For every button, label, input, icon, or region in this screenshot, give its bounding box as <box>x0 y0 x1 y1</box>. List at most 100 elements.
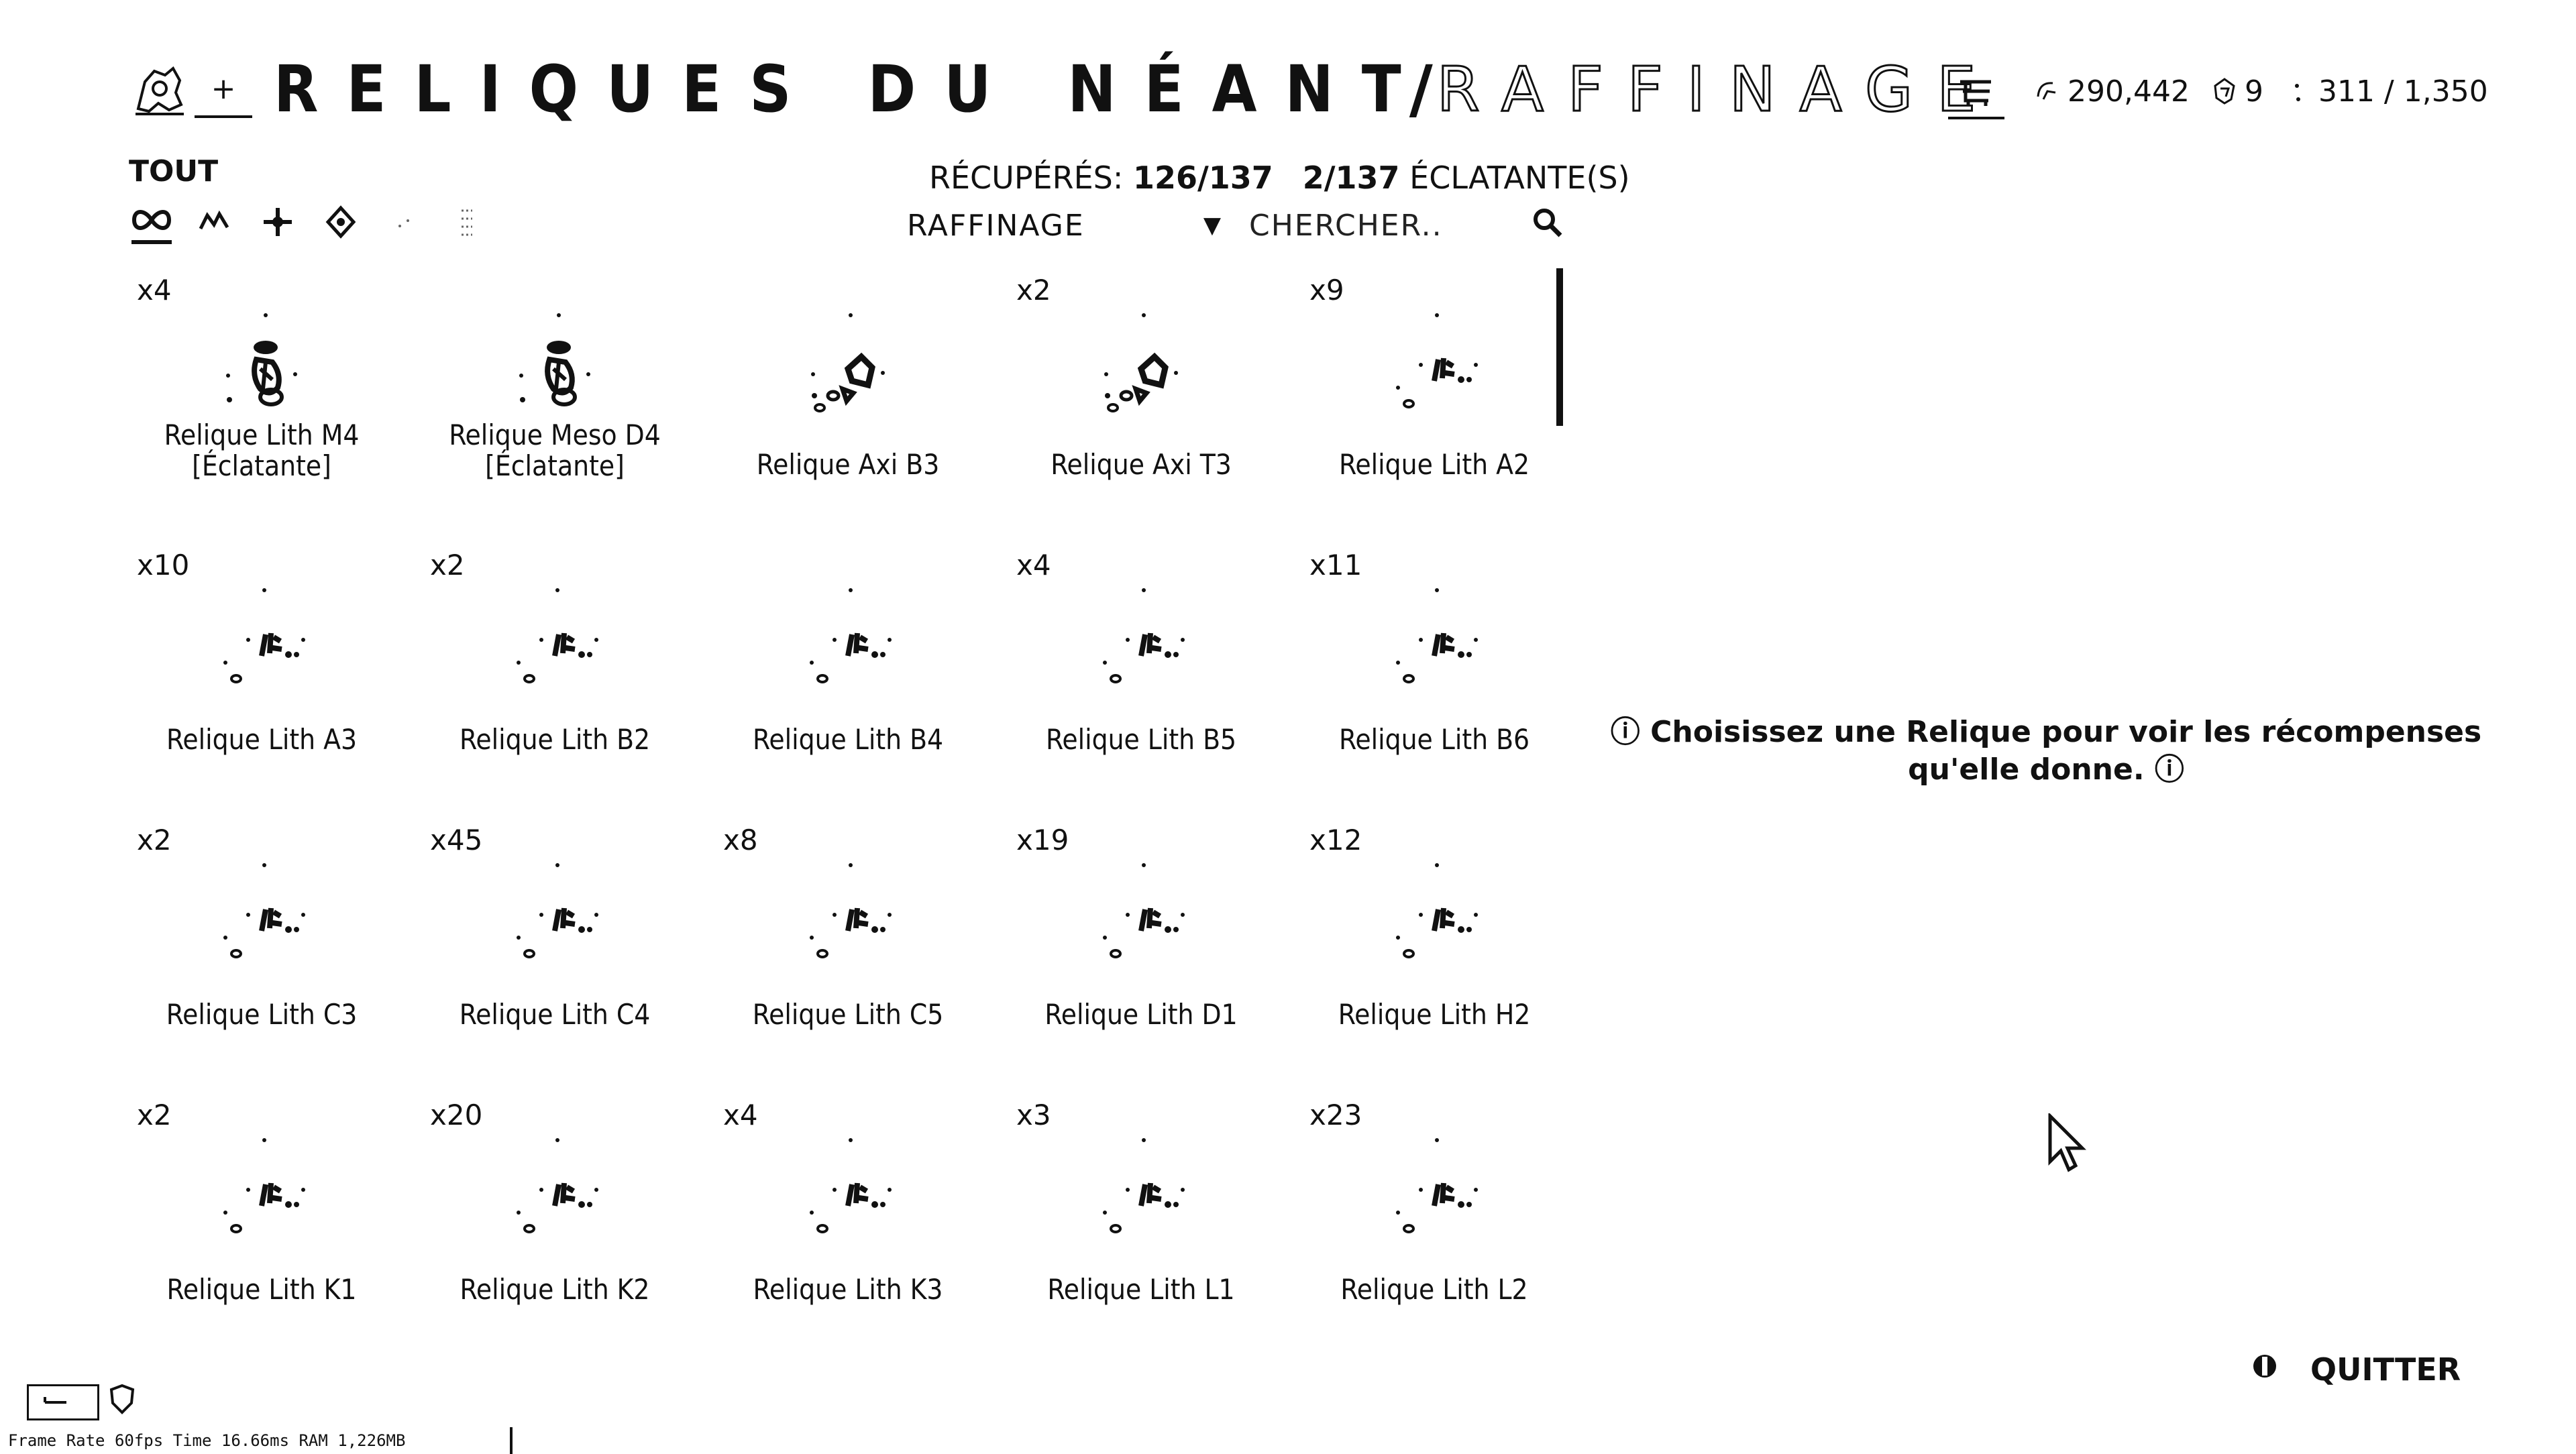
search-input[interactable]: CHERCHER.. <box>1249 205 1563 245</box>
relic-icon <box>767 295 928 456</box>
relic-name: Relique Lith H2 <box>1338 998 1531 1031</box>
relic-tile[interactable]: x4 Relique Lith B5 <box>1000 543 1282 812</box>
relic-name: Relique Lith L1 <box>1047 1273 1235 1306</box>
relic-icon <box>517 863 598 958</box>
relic-icon <box>1103 863 1185 958</box>
relic-icon <box>1061 845 1222 1006</box>
info-message: ⓘ Choisissez une Relique pour voir les r… <box>1597 714 2496 789</box>
relic-tile[interactable]: x4 Relique Lith K3 <box>707 1093 989 1328</box>
relic-count: x4 <box>137 274 172 306</box>
relic-name: Relique Lith L2 <box>1340 1273 1528 1306</box>
relic-tile[interactable]: x19 Relique Lith D1 <box>1000 818 1282 1086</box>
relic-icon <box>1061 295 1222 456</box>
relic-tile[interactable]: Relique Lith B4 <box>707 543 989 812</box>
relic-icon <box>1396 313 1478 408</box>
lith-icon[interactable] <box>195 202 235 242</box>
relic-name: Relique Axi T3 <box>1051 448 1232 481</box>
relic-icon <box>1354 570 1515 731</box>
relic-icon <box>1104 313 1178 412</box>
mouse-cursor-icon <box>2046 1111 2087 1174</box>
market-button[interactable] <box>1948 68 2004 119</box>
all-icon[interactable] <box>131 200 172 244</box>
relic-icon <box>1354 1120 1515 1281</box>
relic-icon <box>811 313 885 412</box>
relic-icon <box>767 1120 928 1281</box>
relic-name: Relique Lith K3 <box>753 1273 943 1306</box>
quit-button[interactable]: QUITTER <box>2251 1349 2461 1390</box>
shield-icon[interactable] <box>109 1383 136 1416</box>
slots-value: 311 / 1,350 <box>2318 74 2488 109</box>
relic-icon <box>223 863 305 958</box>
relic-tile[interactable]: x10 Relique Lith A3 <box>121 543 402 812</box>
relic-icon <box>810 863 892 958</box>
relic-icon <box>767 570 928 731</box>
meso-icon[interactable] <box>258 202 298 242</box>
relic-icon <box>767 845 928 1006</box>
relic-icon <box>810 1138 892 1233</box>
neo-icon[interactable] <box>321 202 361 242</box>
search-icon[interactable] <box>1531 206 1563 245</box>
relic-icon <box>181 845 342 1006</box>
radiant-value: 2/137 <box>1302 160 1400 196</box>
title-separator: / <box>1409 52 1433 127</box>
filter-tabs <box>131 199 487 245</box>
info-text: Choisissez une Relique pour voir les réc… <box>1650 715 2482 787</box>
relic-tile[interactable]: x2 Relique Axi T3 <box>1000 268 1282 537</box>
relic-icon <box>1396 588 1478 683</box>
relic-icon <box>810 588 892 683</box>
relic-count: x2 <box>1016 274 1051 306</box>
relic-count: x8 <box>723 824 758 856</box>
relic-tile[interactable]: x2 Relique Lith K1 <box>121 1093 402 1328</box>
fps-counter: Frame Rate 60fps Time 16.66ms RAM 1,226M… <box>8 1431 406 1450</box>
relic-name: Relique Meso D4 [Éclatante] <box>449 418 661 482</box>
slots-icon <box>2284 76 2313 106</box>
relic-name: Relique Lith M4 [Éclatante] <box>164 418 360 482</box>
collection-stats: RÉCUPÉRÉS: 126/137 2/137 ÉCLATANTE(S) <box>929 160 1630 196</box>
relic-tile[interactable]: x8 Relique Lith C5 <box>707 818 989 1086</box>
relic-tile[interactable]: x11 Relique Lith B6 <box>1293 543 1563 812</box>
relic-tile[interactable]: x2 Relique Lith C3 <box>121 818 402 1086</box>
relic-name: Relique Lith K2 <box>460 1273 650 1306</box>
relic-tile[interactable]: x20 Relique Lith K2 <box>414 1093 696 1328</box>
relic-tile[interactable]: x9 Relique Lith A2 <box>1293 268 1563 537</box>
relic-logo-icon <box>131 62 186 117</box>
relic-icon <box>1103 588 1185 683</box>
relic-tile[interactable]: Relique Axi B3 <box>707 268 989 537</box>
add-button[interactable]: + <box>195 70 252 118</box>
relic-name: Relique Axi B3 <box>756 448 940 481</box>
relic-count: x4 <box>1016 549 1051 581</box>
radiant-label: ÉCLATANTE(S) <box>1409 160 1630 196</box>
quit-label: QUITTER <box>2310 1351 2461 1388</box>
chat-button[interactable] <box>27 1384 99 1420</box>
relic-tile[interactable]: x23 Relique Lith L2 <box>1293 1093 1563 1328</box>
relic-tile[interactable]: x4 Relique Lith M4 [Éclatante] <box>121 268 402 537</box>
relic-tile[interactable]: x3 Relique Lith L1 <box>1000 1093 1282 1328</box>
relic-tile[interactable]: Relique Meso D4 [Éclatante] <box>414 268 696 537</box>
sort-dropdown[interactable]: RAFFINAGE ▼ <box>907 205 1222 245</box>
sort-value: RAFFINAGE <box>907 208 1085 243</box>
relic-name: Relique Lith C4 <box>459 998 651 1031</box>
relic-count: x2 <box>137 824 172 856</box>
relic-count: x4 <box>723 1099 758 1131</box>
credits-icon <box>2033 76 2062 106</box>
relic-tile[interactable]: x45 Relique Lith C4 <box>414 818 696 1086</box>
relic-tile[interactable]: x2 Relique Lith B2 <box>414 543 696 812</box>
relic-icon <box>1396 1138 1478 1233</box>
requiem-icon[interactable] <box>447 202 487 242</box>
relic-tile[interactable]: x12 Relique Lith H2 <box>1293 818 1563 1086</box>
relic-icon <box>223 588 305 683</box>
chat-icon <box>44 1397 66 1404</box>
relic-name: Relique Lith K1 <box>166 1273 357 1306</box>
cart-icon <box>1960 80 1991 106</box>
title-main: RELIQUES DU NÉANT <box>274 52 1430 127</box>
axi-icon[interactable] <box>384 202 424 242</box>
chevron-down-icon: ▼ <box>1203 212 1222 239</box>
relic-count: x3 <box>1016 1099 1051 1131</box>
scrollbar[interactable] <box>1556 268 1563 426</box>
info-icon: ⓘ <box>1610 715 1640 749</box>
relic-name: Relique Lith C5 <box>752 998 944 1031</box>
relic-name: Relique Lith B2 <box>459 723 651 756</box>
title-sub: RAFFINAGE <box>1436 52 2000 126</box>
relic-name: Relique Lith B6 <box>1338 723 1530 756</box>
relic-count: x9 <box>1309 274 1344 306</box>
